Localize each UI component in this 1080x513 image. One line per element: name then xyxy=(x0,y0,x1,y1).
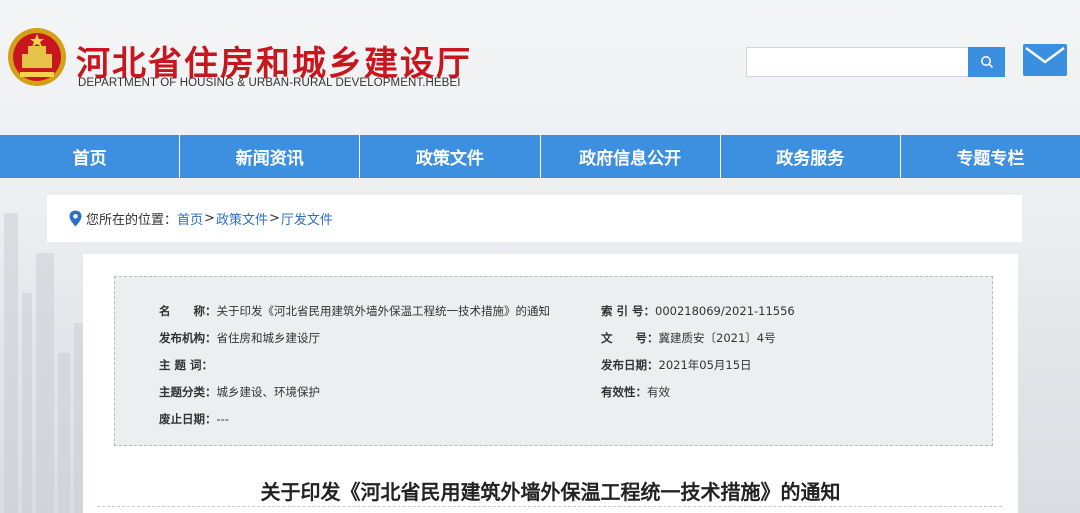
nav-item-home[interactable]: 首页 xyxy=(0,135,181,178)
title-divider xyxy=(97,506,1002,507)
site-header: 河北省住房和城乡建设厅 DEPARTMENT OF HOUSING & URBA… xyxy=(0,0,1080,134)
meta-category-value: 城乡建设、环境保护 xyxy=(216,385,321,399)
document-meta-panel: 名 称：关于印发《河北省民用建筑外墙外保温工程统一技术措施》的通知 索 引 号：… xyxy=(114,276,993,446)
meta-validity: 有效性：有效 xyxy=(601,384,670,400)
meta-validity-value: 有效 xyxy=(647,385,670,399)
search-icon xyxy=(980,56,993,69)
document-title: 关于印发《河北省民用建筑外墙外保温工程统一技术措施》的通知 xyxy=(260,480,841,504)
nav-item-news[interactable]: 新闻资讯 xyxy=(180,135,361,178)
meta-org-value: 省住房和城乡建设厅 xyxy=(216,331,321,345)
breadcrumb-policy[interactable]: 政策文件 xyxy=(216,209,268,228)
meta-keywords: 主 题 词： xyxy=(159,357,213,373)
meta-keywords-label: 主 题 词： xyxy=(159,358,214,372)
main-nav: 首页 新闻资讯 政策文件 政府信息公开 政务服务 专题专栏 xyxy=(0,135,1080,178)
location-pin-icon xyxy=(69,210,82,227)
meta-docno-value: 冀建质安〔2021〕4号 xyxy=(658,331,776,345)
nav-item-topics[interactable]: 专题专栏 xyxy=(901,135,1080,178)
meta-category: 主题分类：城乡建设、环境保护 xyxy=(159,384,320,400)
meta-org: 发布机构：省住房和城乡建设厅 xyxy=(159,330,320,346)
mail-button[interactable] xyxy=(1023,44,1067,76)
article-content: 名 称：关于印发《河北省民用建筑外墙外保温工程统一技术措施》的通知 索 引 号：… xyxy=(83,254,1018,513)
meta-index-value: 000218069/2021-11556 xyxy=(655,304,795,318)
search-input[interactable] xyxy=(746,47,968,77)
meta-name-label: 名 称： xyxy=(159,304,217,318)
meta-validity-label: 有效性： xyxy=(601,385,647,399)
meta-name: 名 称：关于印发《河北省民用建筑外墙外保温工程统一技术措施》的通知 xyxy=(159,303,550,319)
meta-date-label: 发布日期： xyxy=(601,358,659,372)
breadcrumb-separator: > xyxy=(204,211,215,226)
breadcrumb-home[interactable]: 首页 xyxy=(177,209,203,228)
nav-item-policy[interactable]: 政策文件 xyxy=(360,135,541,178)
breadcrumb-dept-docs[interactable]: 厅发文件 xyxy=(281,209,333,228)
meta-expiry: 废止日期：--- xyxy=(159,411,229,427)
national-emblem-icon xyxy=(8,28,66,86)
meta-name-value: 关于印发《河北省民用建筑外墙外保温工程统一技术措施》的通知 xyxy=(216,304,551,318)
breadcrumb-prefix: 您所在的位置： xyxy=(86,213,178,228)
breadcrumb: 您所在的位置： 首页 > 政策文件 > 厅发文件 xyxy=(47,195,1022,242)
breadcrumb-separator: > xyxy=(268,211,280,226)
site-subtitle: DEPARTMENT OF HOUSING & URBAN-RURAL DEVE… xyxy=(78,77,461,89)
meta-index: 索 引 号：000218069/2021-11556 xyxy=(601,303,795,319)
nav-item-services[interactable]: 政务服务 xyxy=(721,135,901,178)
search-button[interactable] xyxy=(968,47,1005,77)
meta-index-label: 索 引 号： xyxy=(601,304,656,318)
meta-docno: 文 号：冀建质安〔2021〕4号 xyxy=(601,330,776,346)
meta-date: 发布日期：2021年05月15日 xyxy=(601,357,752,373)
meta-category-label: 主题分类： xyxy=(159,385,217,399)
meta-org-label: 发布机构： xyxy=(159,331,217,345)
meta-expiry-value: --- xyxy=(216,412,229,426)
nav-item-gov-info[interactable]: 政府信息公开 xyxy=(541,135,721,178)
meta-date-value: 2021年05月15日 xyxy=(658,358,752,372)
meta-docno-label: 文 号： xyxy=(601,331,659,345)
meta-expiry-label: 废止日期： xyxy=(159,412,217,426)
mail-icon xyxy=(1025,46,1065,64)
